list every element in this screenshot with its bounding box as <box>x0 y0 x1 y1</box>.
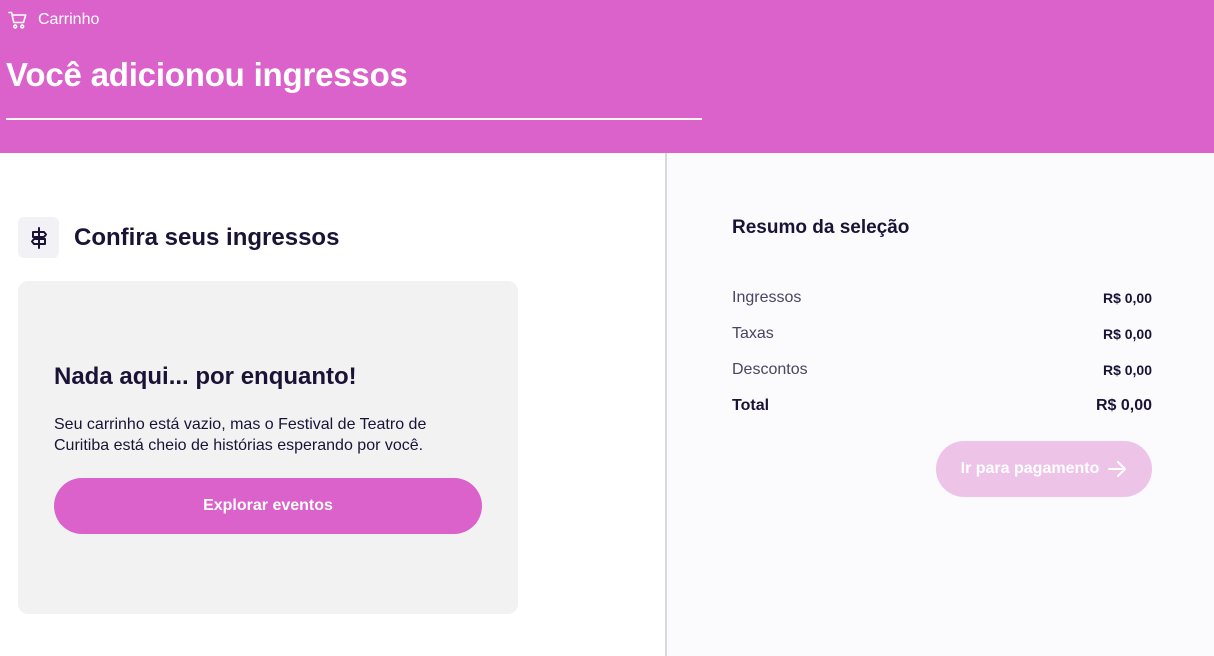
page-title: Você adicionou ingressos <box>6 56 408 93</box>
breadcrumb[interactable]: Carrinho <box>8 11 99 29</box>
summary-title: Resumo da seleção <box>732 217 910 238</box>
summary-value: R$ 0,00 <box>1102 326 1152 342</box>
summary-row-ingressos: Ingressos R$ 0,00 <box>732 289 1152 307</box>
explore-events-button[interactable]: Explorar eventos <box>54 478 482 534</box>
breadcrumb-label: Carrinho <box>38 11 100 28</box>
summary-panel: Resumo da seleção Ingressos R$ 0,00 Taxa… <box>667 153 1214 656</box>
title-underline <box>6 118 702 120</box>
summary-value: R$ 0,00 <box>1102 290 1152 306</box>
summary-label: Ingressos <box>732 289 802 306</box>
pay-button-label: Ir para pagamento <box>960 460 1100 477</box>
empty-state-message: Seu carrinho está vazio, mas o Festival … <box>54 416 427 454</box>
summary-row-descontos: Descontos R$ 0,00 <box>732 361 1152 379</box>
summary-label: Taxas <box>732 325 774 342</box>
signpost-icon <box>18 217 59 258</box>
summary-row-total: Total R$ 0,00 <box>732 397 1152 415</box>
total-label: Total <box>732 397 770 414</box>
page-header: Carrinho Você adicionou ingressos <box>0 0 1214 153</box>
empty-state-title: Nada aqui... por enquanto! <box>54 363 357 390</box>
empty-cart-card: Nada aqui... por enquanto! Seu carrinho … <box>18 281 518 614</box>
total-value: R$ 0,00 <box>1095 397 1152 414</box>
summary-row-taxas: Taxas R$ 0,00 <box>732 325 1152 343</box>
tickets-panel: Confira seus ingressos Nada aqui... por … <box>0 153 665 656</box>
summary-value: R$ 0,00 <box>1102 362 1152 378</box>
go-to-payment-button[interactable]: Ir para pagamento <box>936 441 1152 497</box>
cart-icon <box>8 11 28 29</box>
summary-label: Descontos <box>732 361 808 378</box>
section-title: Confira seus ingressos <box>74 224 340 251</box>
arrow-right-icon <box>1107 459 1127 479</box>
